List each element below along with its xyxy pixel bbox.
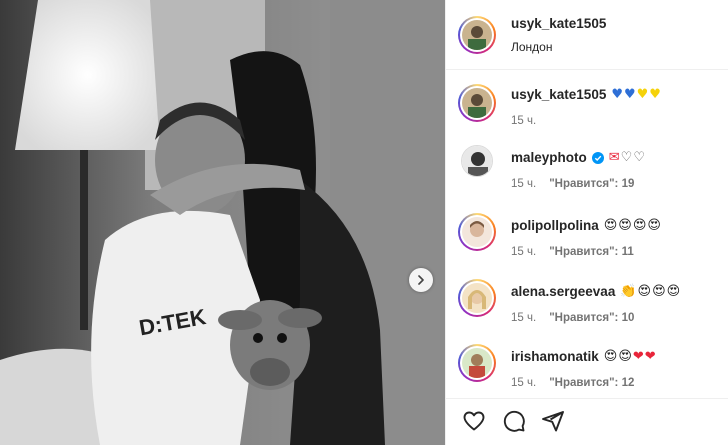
author-avatar[interactable] — [458, 16, 496, 54]
commenter-avatar[interactable] — [458, 344, 496, 382]
comment-likes[interactable]: "Нравится": 12 — [549, 377, 634, 389]
comment-bubble-icon[interactable] — [502, 409, 526, 433]
comment-username[interactable]: maleyphoto — [511, 150, 587, 165]
comment-time[interactable]: 15 ч. — [511, 312, 536, 324]
comment-item: polipollpolina 😍😍😍😍 — [511, 218, 662, 233]
commenter-avatar[interactable] — [458, 84, 496, 122]
post-actions-bar — [446, 398, 728, 445]
comment-username[interactable]: alena.sergeevaa — [511, 284, 615, 299]
comment-time[interactable]: 15 ч. — [511, 246, 536, 258]
commenter-avatar[interactable] — [458, 279, 496, 317]
paper-plane-icon[interactable] — [541, 409, 565, 433]
post-location[interactable]: Лондон — [511, 40, 552, 54]
post-side-panel: usyk_kate1505 Лондон usyk_kate1505 ♥♥♥♥ … — [445, 0, 728, 445]
comment-text: 😍😍❤❤ — [603, 349, 657, 364]
comment-text: ♥♥♥♥ — [611, 87, 662, 102]
heart-outline-icon[interactable] — [462, 409, 486, 433]
comment-time[interactable]: 15 ч. — [511, 115, 536, 127]
comment-item: alena.sergeevaa 👏😍😍😍 — [511, 284, 681, 299]
comment-meta: 15 ч. "Нравится": 19 — [511, 178, 634, 190]
comment-text: 😍😍😍😍 — [603, 218, 662, 233]
comment-username[interactable]: usyk_kate1505 — [511, 87, 606, 102]
author-username[interactable]: usyk_kate1505 — [511, 16, 606, 31]
commenter-avatar[interactable] — [458, 213, 496, 251]
comment-meta: 15 ч. "Нравится": 12 — [511, 377, 634, 389]
comment-item: irishamonatik 😍😍❤❤ — [511, 349, 657, 364]
comment-meta: 15 ч. "Нравится": 11 — [511, 246, 634, 258]
comment-meta: 15 ч. "Нравится": 10 — [511, 312, 634, 324]
comment-time[interactable]: 15 ч. — [511, 377, 536, 389]
comment-time[interactable]: 15 ч. — [511, 178, 536, 190]
post-photo[interactable]: D:TEK — [0, 0, 445, 445]
photo-image: D:TEK — [0, 0, 445, 445]
comment-item: maleyphoto ✉♡♡ — [511, 150, 646, 165]
comment-likes[interactable]: "Нравится": 19 — [549, 178, 634, 190]
comment-likes[interactable]: "Нравится": 10 — [549, 312, 634, 324]
post-header: usyk_kate1505 Лондон — [446, 0, 728, 70]
chevron-right-icon — [418, 275, 424, 285]
comment-username[interactable]: irishamonatik — [511, 349, 599, 364]
comment-username[interactable]: polipollpolina — [511, 218, 599, 233]
comment-item: usyk_kate1505 ♥♥♥♥ — [511, 87, 662, 102]
comment-text: ✉♡♡ — [608, 150, 646, 165]
next-photo-button[interactable] — [409, 268, 433, 292]
verified-badge-icon — [591, 151, 604, 164]
comment-likes[interactable]: "Нравится": 11 — [549, 246, 634, 258]
comment-meta: 15 ч. — [511, 115, 536, 127]
comment-text: 👏😍😍😍 — [620, 284, 682, 299]
commenter-avatar[interactable] — [461, 145, 493, 177]
